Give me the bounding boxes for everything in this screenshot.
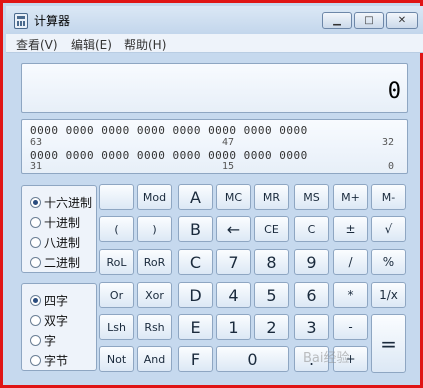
radio-word[interactable]: 字	[30, 332, 56, 349]
radio-indicator	[30, 237, 41, 248]
calculator-window: 计算器 ▁ □ ✕ 查看(V) 编辑(E) 帮助(H) 0 0000 0000 …	[0, 0, 423, 388]
radio-label: 十进制	[44, 216, 81, 230]
digit-6-button[interactable]: 6	[294, 282, 329, 308]
radio-oct[interactable]: 八进制	[30, 234, 80, 251]
radio-indicator	[30, 315, 41, 326]
digit-2-button[interactable]: 2	[254, 314, 289, 340]
clear-entry-button[interactable]: CE	[254, 216, 289, 242]
digit-5-button[interactable]: 5	[254, 282, 289, 308]
radio-indicator	[30, 257, 41, 268]
hex-c-button[interactable]: C	[178, 249, 213, 275]
digit-0-button[interactable]: 0	[216, 346, 289, 372]
equals-button[interactable]: =	[371, 314, 406, 373]
watermark-text: Bai经验	[303, 351, 350, 366]
radio-label: 四字	[44, 294, 69, 308]
display-value: 0	[387, 79, 401, 104]
negate-button[interactable]: ±	[333, 216, 368, 242]
bit-mark-15: 15	[222, 161, 235, 172]
radio-dec[interactable]: 十进制	[30, 214, 80, 231]
ror-button[interactable]: RoR	[137, 249, 172, 275]
close-button[interactable]: ✕	[386, 12, 418, 29]
bit-mark-63: 63	[30, 137, 43, 148]
mr-button[interactable]: MR	[254, 184, 289, 210]
or-button[interactable]: Or	[99, 282, 134, 308]
window-title: 计算器	[34, 14, 71, 28]
radio-label: 字	[44, 334, 57, 348]
radio-indicator	[30, 335, 41, 346]
subtract-button[interactable]: -	[333, 314, 368, 340]
bit-row-high: 0000 0000 0000 0000 0000 0000 0000 0000	[30, 124, 308, 137]
menu-help[interactable]: 帮助(H)	[124, 36, 166, 53]
digit-4-button[interactable]: 4	[216, 282, 251, 308]
ms-button[interactable]: MS	[294, 184, 329, 210]
radio-label: 二进制	[44, 256, 81, 270]
calculator-icon	[14, 13, 28, 29]
rol-button[interactable]: RoL	[99, 249, 134, 275]
title-bar: 计算器 ▁ □ ✕	[6, 6, 423, 34]
hex-e-button[interactable]: E	[178, 314, 213, 340]
radio-label: 双字	[44, 314, 69, 328]
mc-button[interactable]: MC	[216, 184, 251, 210]
m-plus-button[interactable]: M+	[333, 184, 368, 210]
hex-d-button[interactable]: D	[178, 282, 213, 308]
bit-mark-31: 31	[30, 161, 43, 172]
radio-label: 八进制	[44, 236, 81, 250]
and-button[interactable]: And	[137, 346, 172, 372]
rsh-button[interactable]: Rsh	[137, 314, 172, 340]
display: 0	[21, 63, 408, 113]
radio-dword[interactable]: 双字	[30, 312, 68, 329]
hex-a-button[interactable]: A	[178, 184, 213, 210]
menu-edit[interactable]: 编辑(E)	[71, 36, 112, 53]
mod-button[interactable]: Mod	[137, 184, 172, 210]
menu-view[interactable]: 查看(V)	[16, 36, 58, 53]
hex-b-button[interactable]: B	[178, 216, 213, 242]
bit-display: 0000 0000 0000 0000 0000 0000 0000 0000 …	[21, 119, 408, 174]
percent-button[interactable]: %	[371, 249, 406, 275]
digit-9-button[interactable]: 9	[294, 249, 329, 275]
backspace-button[interactable]: ←	[216, 216, 251, 242]
divide-button[interactable]: /	[333, 249, 368, 275]
digit-7-button[interactable]: 7	[216, 249, 251, 275]
multiply-button[interactable]: *	[333, 282, 368, 308]
radio-indicator	[30, 295, 41, 306]
digit-3-button[interactable]: 3	[294, 314, 329, 340]
m-minus-button[interactable]: M-	[371, 184, 406, 210]
reciprocal-button[interactable]: 1/x	[371, 282, 406, 308]
blank-button[interactable]	[99, 184, 134, 210]
menu-bar: 查看(V) 编辑(E) 帮助(H)	[6, 34, 423, 53]
bit-mark-47: 47	[222, 137, 235, 148]
radio-label: 字节	[44, 354, 69, 368]
bit-row-low: 0000 0000 0000 0000 0000 0000 0000 0000	[30, 149, 308, 162]
sqrt-button[interactable]: √	[371, 216, 406, 242]
digit-1-button[interactable]: 1	[216, 314, 251, 340]
open-paren-button[interactable]: (	[99, 216, 134, 242]
xor-button[interactable]: Xor	[137, 282, 172, 308]
close-paren-button[interactable]: )	[137, 216, 172, 242]
minimize-button[interactable]: ▁	[322, 12, 352, 29]
number-base-group: 十六进制 十进制 八进制 二进制	[21, 185, 97, 273]
word-size-group: 四字 双字 字 字节	[21, 283, 97, 371]
radio-label: 十六进制	[44, 196, 93, 210]
bit-mark-0: 0	[388, 161, 395, 172]
radio-indicator	[30, 197, 41, 208]
not-button[interactable]: Not	[99, 346, 134, 372]
digit-8-button[interactable]: 8	[254, 249, 289, 275]
lsh-button[interactable]: Lsh	[99, 314, 134, 340]
radio-bin[interactable]: 二进制	[30, 254, 80, 271]
radio-byte[interactable]: 字节	[30, 352, 68, 369]
radio-qword[interactable]: 四字	[30, 292, 68, 309]
hex-f-button[interactable]: F	[178, 346, 213, 372]
radio-hex[interactable]: 十六进制	[30, 194, 92, 211]
clear-button[interactable]: C	[294, 216, 329, 242]
radio-indicator	[30, 355, 41, 366]
maximize-button[interactable]: □	[354, 12, 384, 29]
bit-mark-32: 32	[382, 137, 395, 148]
radio-indicator	[30, 217, 41, 228]
